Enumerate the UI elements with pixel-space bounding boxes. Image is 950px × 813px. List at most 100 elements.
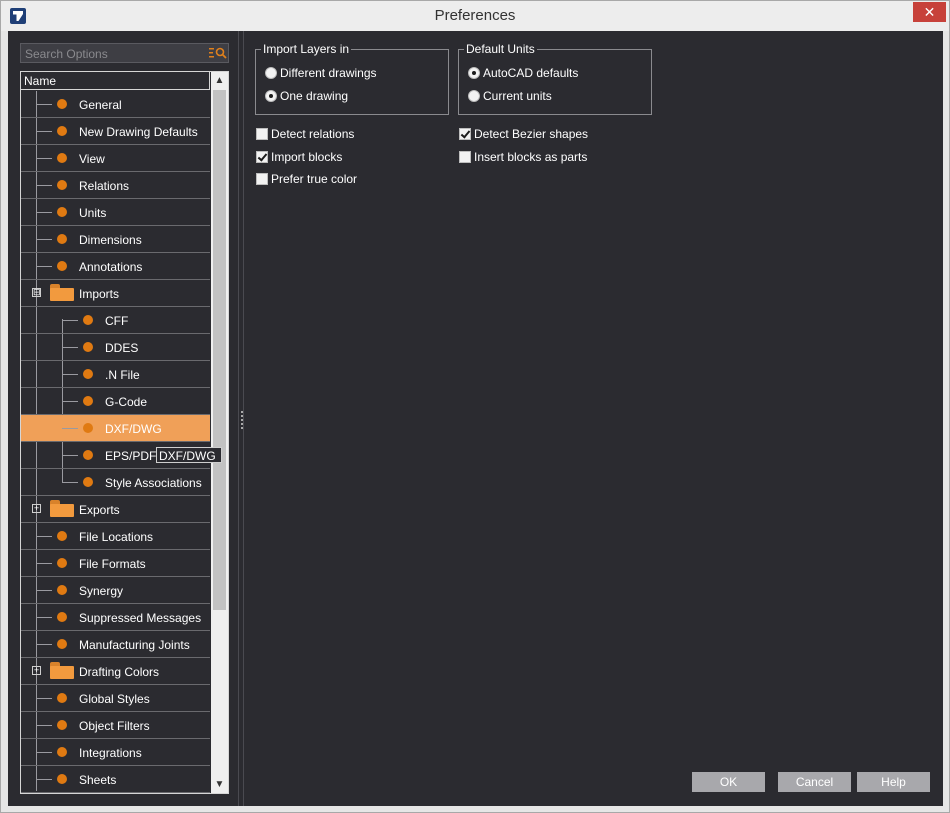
default-units-group: Default Units AutoCAD defaults Current u… — [458, 42, 652, 115]
tree-item-dimensions[interactable]: Dimensions — [21, 226, 210, 253]
tree-item-label: New Drawing Defaults — [79, 125, 198, 139]
tree-item-label: File Locations — [79, 530, 154, 544]
tree-item-object-filters[interactable]: Object Filters — [21, 712, 210, 739]
group-title: Import Layers in — [261, 42, 352, 56]
open-folder-icon — [50, 500, 74, 518]
help-button[interactable]: Help — [857, 772, 930, 792]
checkbox-label: Prefer true color — [271, 172, 358, 186]
tree-item-ddes[interactable]: DDES — [21, 334, 210, 361]
tree-item-relations[interactable]: Relations — [21, 172, 210, 199]
tree-item-file-formats[interactable]: File Formats — [21, 550, 210, 577]
tree-item-manufacturing-joints[interactable]: Manufacturing Joints — [21, 631, 210, 658]
radio-button[interactable] — [468, 90, 480, 102]
expand-icon[interactable]: + — [32, 666, 41, 675]
bullet-icon — [57, 558, 67, 568]
tree-item-dxf-dwg[interactable]: DXF/DWG — [21, 415, 210, 442]
tree-item-label: Sheets — [79, 773, 117, 787]
bullet-icon — [83, 450, 93, 460]
scroll-down-icon[interactable]: ▼ — [211, 776, 228, 793]
tree-item-label: Suppressed Messages — [79, 611, 202, 625]
bullet-icon — [83, 477, 93, 487]
tree-item-style-associations[interactable]: Style Associations — [21, 469, 210, 496]
expand-icon[interactable]: + — [32, 504, 41, 513]
tree-item-label: Imports — [79, 287, 120, 301]
tree-item-label: Dimensions — [79, 233, 142, 247]
tree-column-header[interactable]: Name — [21, 72, 210, 90]
options-tree: Name General New Drawing Defaults View R… — [20, 71, 229, 794]
tree-item-label: Synergy — [79, 584, 124, 598]
tree-item-cff[interactable]: CFF — [21, 307, 210, 334]
tree-item-integrations[interactable]: Integrations — [21, 739, 210, 766]
radio-button[interactable] — [468, 67, 480, 79]
radio-label: Different drawings — [280, 66, 377, 80]
ok-button[interactable]: OK — [692, 772, 765, 792]
checkbox[interactable] — [256, 151, 268, 163]
bullet-icon — [57, 261, 67, 271]
checkbox-label: Detect relations — [271, 127, 355, 141]
radio-label: Current units — [483, 89, 552, 103]
tree-item-exports[interactable]: + Exports — [21, 496, 210, 523]
open-folder-icon — [50, 662, 74, 680]
tree-item-new-drawing-defaults[interactable]: New Drawing Defaults — [21, 118, 210, 145]
preferences-window: Preferences ✕ Name — [0, 0, 950, 813]
tree-item-label: View — [79, 152, 105, 166]
scroll-thumb[interactable] — [213, 90, 226, 610]
bullet-icon — [57, 585, 67, 595]
checkbox[interactable] — [459, 151, 471, 163]
bullet-icon — [83, 315, 93, 325]
bullet-icon — [57, 126, 67, 136]
tree-item-label: DXF/DWG — [105, 422, 162, 436]
tree-item-annotations[interactable]: Annotations — [21, 253, 210, 280]
tree-item-drafting-colors[interactable]: + Drafting Colors — [21, 658, 210, 685]
tree-item-label: Exports — [79, 503, 120, 517]
checkbox[interactable] — [256, 128, 268, 140]
checkbox[interactable] — [459, 128, 471, 140]
tree-item-view[interactable]: View — [21, 145, 210, 172]
tree-item-label: Style Associations — [105, 476, 202, 490]
close-button[interactable]: ✕ — [913, 2, 946, 22]
tree-item-synergy[interactable]: Synergy — [21, 577, 210, 604]
tooltip: DXF/DWG — [156, 447, 222, 463]
bullet-icon — [83, 423, 93, 433]
bullet-icon — [57, 207, 67, 217]
search-filter-icon-glyph — [209, 47, 227, 59]
collapse-icon[interactable]: ⊟ — [32, 288, 41, 297]
scroll-up-icon[interactable]: ▲ — [211, 72, 228, 89]
radio-label: AutoCAD defaults — [483, 66, 579, 80]
tree-item-label: Manufacturing Joints — [79, 638, 190, 652]
bullet-icon — [57, 720, 67, 730]
tree-item-label: CFF — [105, 314, 129, 328]
bullet-icon — [57, 612, 67, 622]
bullet-icon — [83, 396, 93, 406]
tree-item-label: .N File — [105, 368, 140, 382]
tree-item-label: Drafting Colors — [79, 665, 160, 679]
checkbox-label: Insert blocks as parts — [474, 150, 588, 164]
tree-item-global-styles[interactable]: Global Styles — [21, 685, 210, 712]
radio-button[interactable] — [265, 67, 277, 79]
checkbox[interactable] — [256, 173, 268, 185]
tree-item-label: File Formats — [79, 557, 146, 571]
tree-item-suppressed-messages[interactable]: Suppressed Messages — [21, 604, 210, 631]
tree-item-imports[interactable]: ⊟ Imports — [21, 280, 210, 307]
search-box — [20, 43, 229, 64]
bullet-icon — [57, 693, 67, 703]
bullet-icon — [57, 99, 67, 109]
tree-item-label: Object Filters — [79, 719, 150, 733]
splitter-grip-icon[interactable] — [241, 411, 243, 429]
search-input[interactable] — [21, 44, 207, 64]
tree-item-file-locations[interactable]: File Locations — [21, 523, 210, 550]
tree-item-units[interactable]: Units — [21, 199, 210, 226]
radio-button[interactable] — [265, 90, 277, 102]
bullet-icon — [57, 180, 67, 190]
bullet-icon — [83, 342, 93, 352]
tree-scrollbar[interactable]: ▲ ▼ — [211, 72, 228, 793]
tree-item-label: EPS/PDF/ — [105, 449, 160, 463]
tree-item-g-code[interactable]: G-Code — [21, 388, 210, 415]
tree-item-general[interactable]: General — [21, 91, 210, 118]
cancel-button[interactable]: Cancel — [778, 772, 851, 792]
bullet-icon — [57, 234, 67, 244]
search-filter-icon[interactable] — [209, 46, 227, 60]
tree-rows: General New Drawing Defaults View Relati… — [21, 91, 210, 793]
tree-item-n-file[interactable]: .N File — [21, 361, 210, 388]
tree-item-sheets[interactable]: Sheets — [21, 766, 210, 793]
